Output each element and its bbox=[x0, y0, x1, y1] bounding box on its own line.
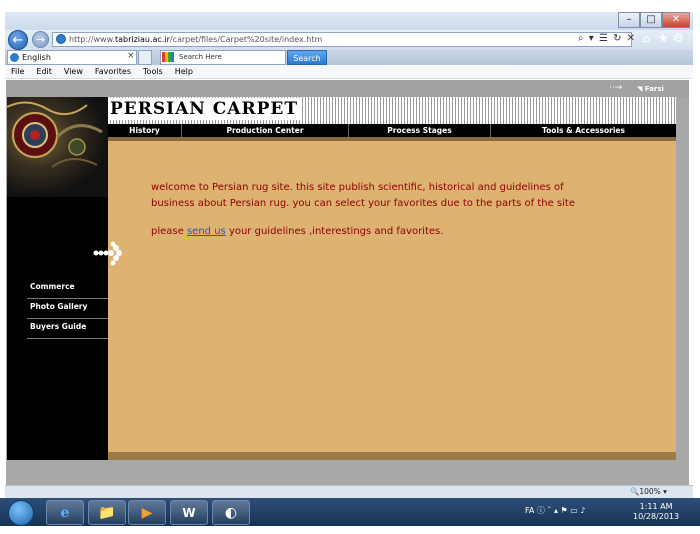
side-menu: Commerce Photo Gallery Buyers Guide bbox=[27, 279, 108, 339]
start-button[interactable] bbox=[8, 500, 34, 526]
tab-favicon-icon bbox=[10, 53, 19, 62]
close-button[interactable]: ✕ bbox=[662, 12, 690, 28]
send-us-link[interactable]: send us bbox=[187, 226, 226, 237]
main-nav: History Production Center Process Stages… bbox=[108, 124, 676, 137]
menu-bar: File Edit View Favorites Tools Help bbox=[5, 65, 693, 79]
main-content bbox=[108, 97, 676, 460]
menu-file[interactable]: File bbox=[5, 65, 30, 78]
clock[interactable]: 1:11 AM 10/28/2013 bbox=[633, 502, 679, 522]
arrow-icon[interactable]: ··→ bbox=[609, 83, 622, 93]
page-favicon-icon bbox=[56, 34, 66, 44]
guidelines-text: your guidelines ,interestings and favori… bbox=[228, 226, 444, 237]
ie-taskbar-icon[interactable]: e bbox=[46, 500, 84, 525]
address-tools-icon[interactable]: ⌕ ▾ ☰ ↻ ✕ bbox=[578, 32, 636, 46]
contact-line: please send us your guidelines ,interest… bbox=[151, 226, 443, 237]
nav-history[interactable]: History bbox=[108, 124, 182, 137]
search-button[interactable]: Search bbox=[287, 50, 327, 65]
menu-tools[interactable]: Tools bbox=[137, 65, 169, 78]
clock-date: 10/28/2013 bbox=[633, 512, 680, 521]
tab-english[interactable]: English bbox=[7, 50, 137, 65]
window-controls: – □ ✕ bbox=[618, 12, 690, 28]
home-icon[interactable]: ⌂ bbox=[643, 32, 650, 45]
tab-close-icon[interactable]: × bbox=[127, 51, 135, 61]
url-prefix: http://www. bbox=[69, 35, 115, 44]
url-path: /carpet/files/Carpet%20site/index.htm bbox=[169, 35, 323, 44]
top-strip bbox=[6, 80, 689, 97]
new-tab-button[interactable] bbox=[138, 50, 152, 65]
farsi-link[interactable]: ◥ Farsi bbox=[637, 85, 664, 93]
media-player-taskbar-icon[interactable]: ▶ bbox=[128, 500, 166, 525]
intro-text: welcome to Persian rug site. this site p… bbox=[151, 182, 575, 209]
menu-view[interactable]: View bbox=[58, 65, 89, 78]
minimize-button[interactable]: – bbox=[618, 12, 640, 28]
nav-tools-accessories[interactable]: Tools & Accessories bbox=[491, 124, 676, 137]
bottom-bar bbox=[108, 452, 676, 460]
side-item-photo-gallery[interactable]: Photo Gallery bbox=[27, 299, 108, 319]
url-input[interactable]: http://www.tabriziau.ac.ir/carpet/files/… bbox=[52, 32, 632, 47]
title-bar bbox=[5, 12, 693, 32]
carpet-ornament-image bbox=[7, 97, 108, 197]
explorer-taskbar-icon[interactable]: 📁 bbox=[88, 500, 126, 525]
zoom-control[interactable]: 🔍100% ▾ bbox=[630, 487, 667, 496]
back-button[interactable]: ← bbox=[8, 30, 28, 50]
gear-icon[interactable]: ⚙ bbox=[673, 31, 684, 45]
clock-time: 1:11 AM bbox=[639, 502, 673, 511]
menu-help[interactable]: Help bbox=[169, 65, 199, 78]
status-bar bbox=[5, 485, 693, 498]
search-provider-icon bbox=[162, 52, 174, 62]
favorites-star-icon[interactable]: ★ bbox=[658, 31, 669, 45]
app-taskbar-icon[interactable]: ◐ bbox=[212, 500, 250, 525]
forward-button[interactable]: → bbox=[32, 31, 49, 48]
search-input[interactable]: Search Here bbox=[160, 50, 286, 65]
nav-underline bbox=[108, 137, 676, 141]
side-item-buyers-guide[interactable]: Buyers Guide bbox=[27, 319, 108, 339]
menu-favorites[interactable]: Favorites bbox=[89, 65, 137, 78]
side-item-commerce[interactable]: Commerce bbox=[27, 279, 108, 299]
nav-production-center[interactable]: Production Center bbox=[182, 124, 349, 137]
maximize-button[interactable]: □ bbox=[640, 12, 662, 28]
url-host: tabriziau.ac.ir bbox=[114, 35, 170, 44]
nav-process-stages[interactable]: Process Stages bbox=[349, 124, 491, 137]
right-strip bbox=[676, 97, 689, 460]
dots-arrow-icon bbox=[92, 240, 132, 270]
menu-edit[interactable]: Edit bbox=[30, 65, 58, 78]
system-tray[interactable]: FA ⓘ ˇ ▴ ⚑ ▭ ♪ bbox=[525, 505, 585, 516]
word-taskbar-icon[interactable]: W bbox=[170, 500, 208, 525]
please-text: please bbox=[151, 226, 184, 237]
site-title: PERSIAN CARPET bbox=[108, 98, 300, 120]
